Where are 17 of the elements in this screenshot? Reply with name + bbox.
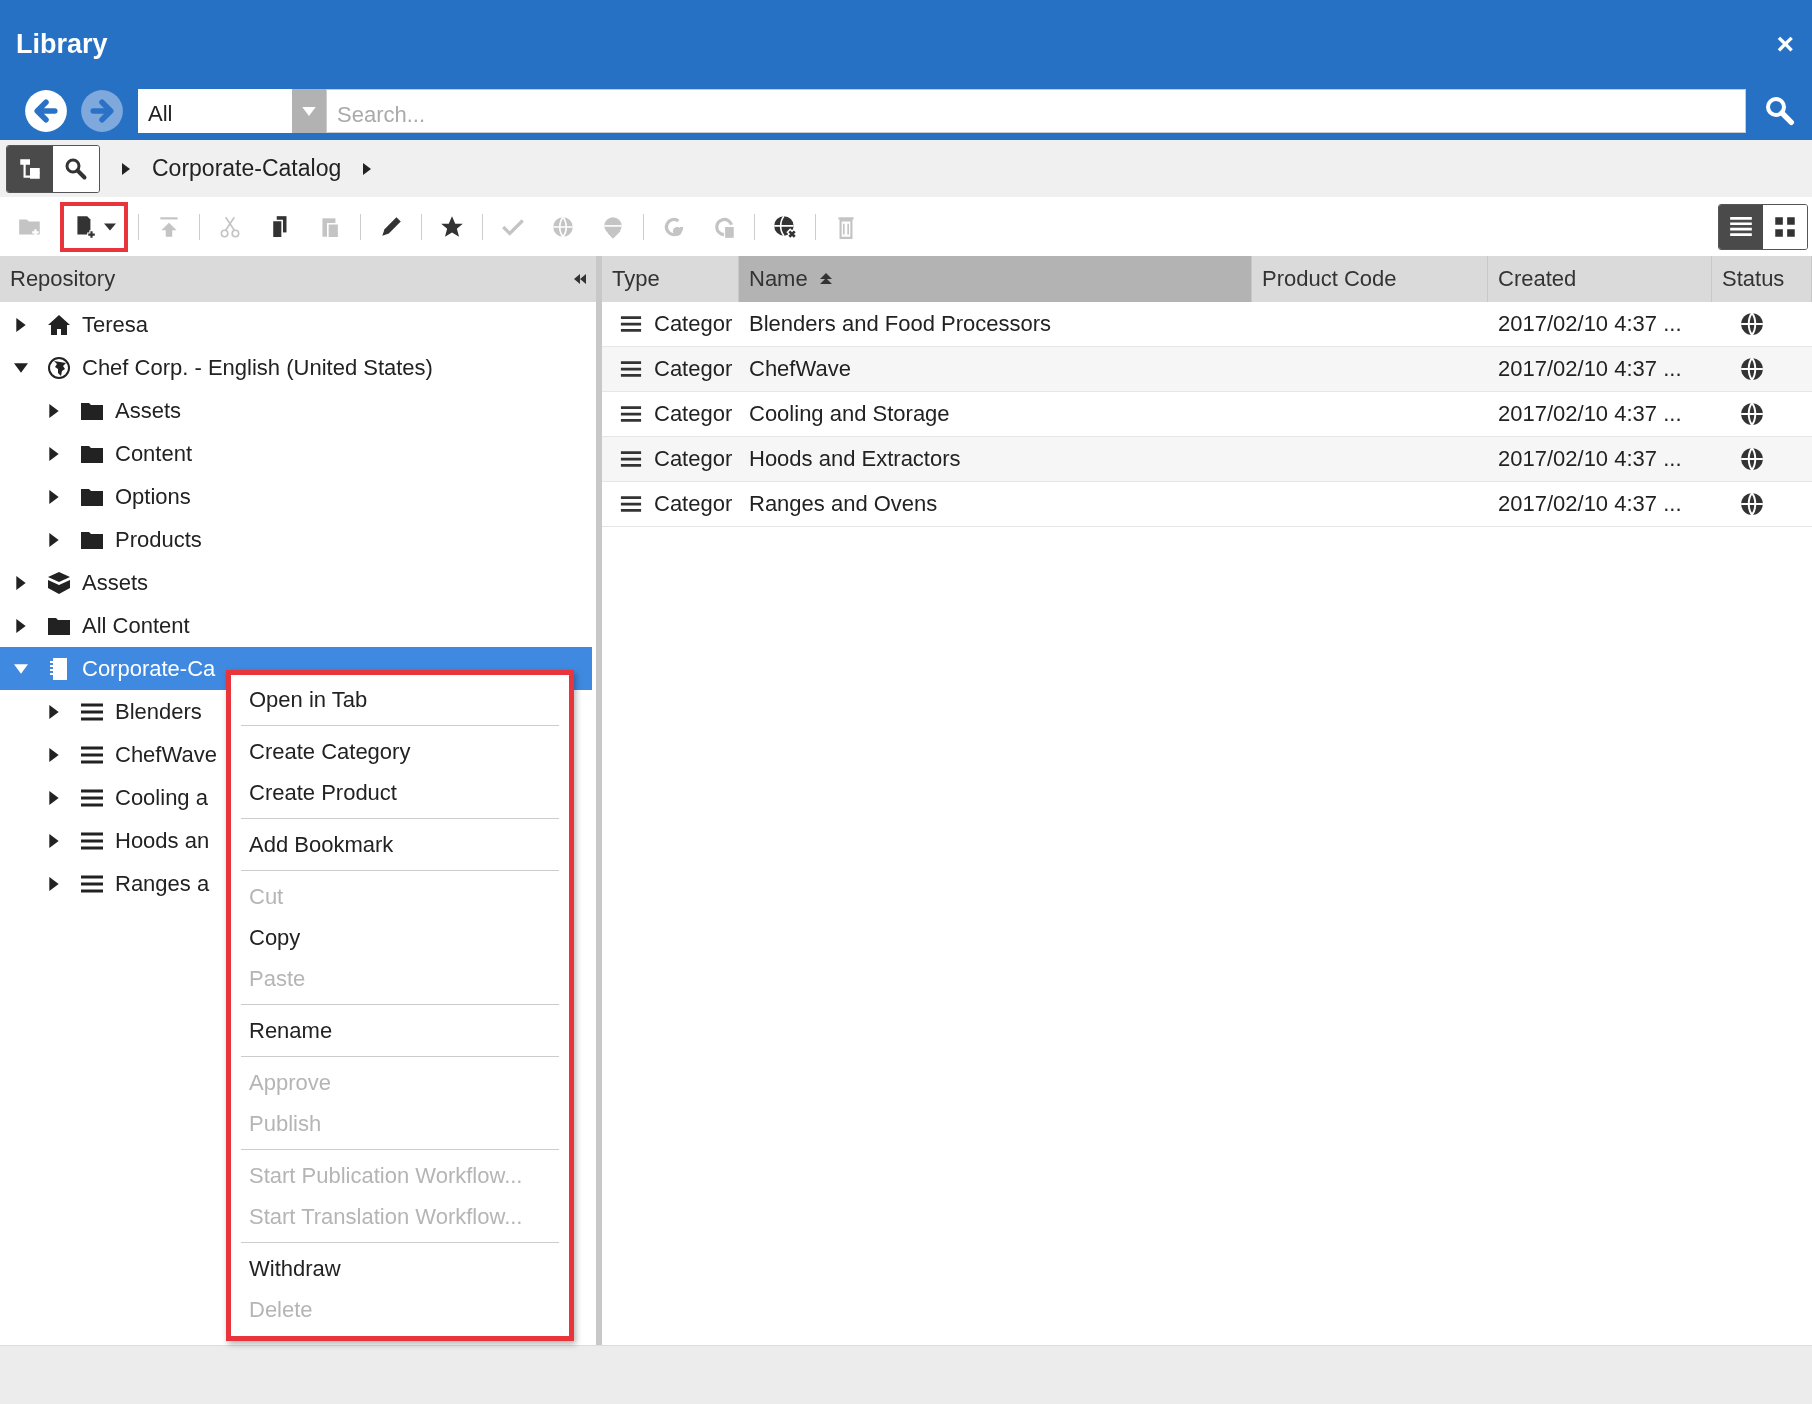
table-cell: Hoods and Extractors: [749, 446, 961, 472]
window-title: Library: [16, 28, 108, 60]
table-cell: 2017/02/10 4:37 ...: [1498, 401, 1682, 427]
table-cell: Ranges and Ovens: [749, 491, 938, 517]
table-cell: Blenders and Food Processors: [749, 311, 1052, 337]
panel-title: Repository: [10, 266, 116, 292]
table-cell: 2017/02/10 4:37 ...: [1498, 311, 1682, 337]
table-cell: Categor: [654, 491, 733, 517]
table-cell: Categor: [654, 311, 733, 337]
table-cell: 2017/02/10 4:37 ...: [1498, 446, 1682, 472]
table-cell: 2017/02/10 4:37 ...: [1498, 356, 1682, 382]
table-cell: Cooling and Storage: [749, 401, 950, 427]
table-cell: 2017/02/10 4:37 ...: [1498, 491, 1682, 517]
table-cell: Categor: [654, 356, 733, 382]
table-cell: ChefWave: [749, 356, 851, 382]
table-cell: Categor: [654, 446, 733, 472]
table-cell: Categor: [654, 401, 733, 427]
